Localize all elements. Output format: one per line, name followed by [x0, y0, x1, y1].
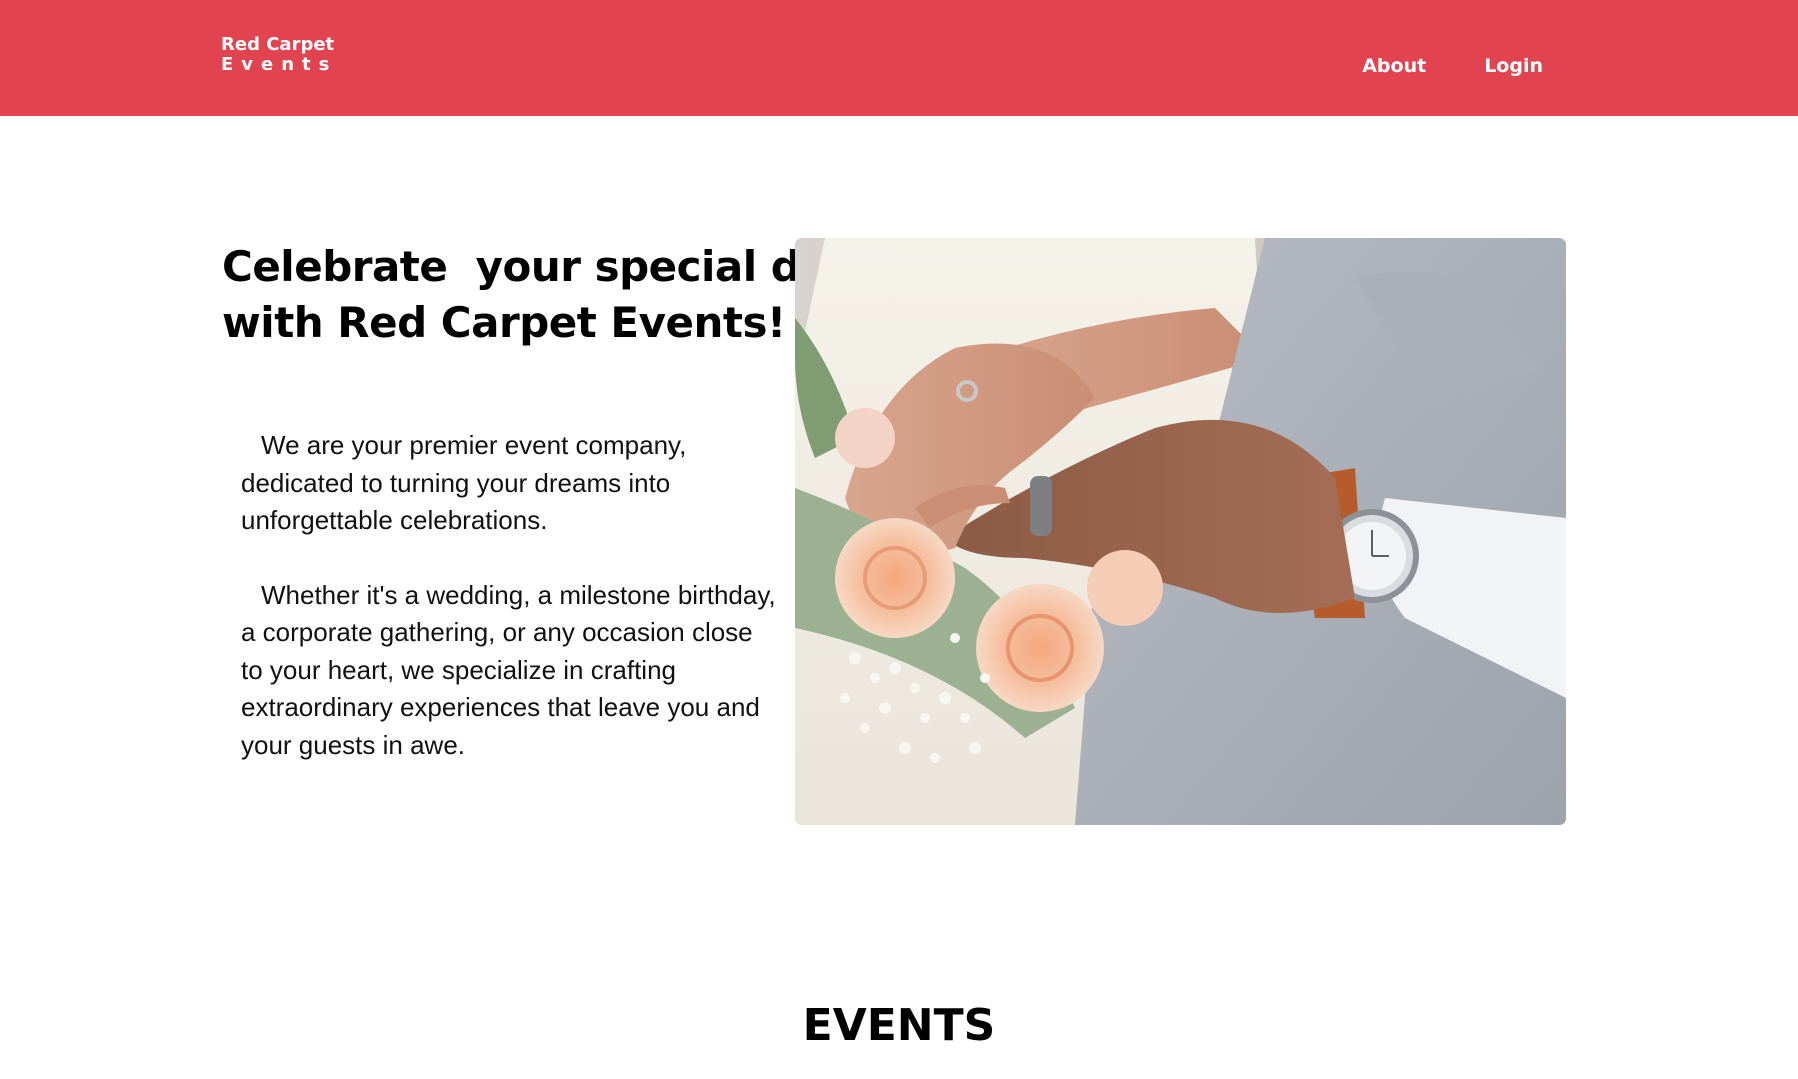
hero-description: We are your premier event company, dedic…	[241, 427, 781, 764]
nav-link-login[interactable]: Login	[1484, 52, 1543, 80]
wedding-hands-photo	[795, 238, 1566, 825]
hero-image	[795, 238, 1566, 825]
nav-link-about[interactable]: About	[1362, 52, 1426, 80]
brand-logo[interactable]: Red Carpet Events	[221, 36, 337, 74]
brand-name-line1: Red Carpet	[221, 34, 335, 55]
hero-title-line1: Celebrate your special day	[222, 242, 854, 291]
brand-name-line2: Events	[221, 54, 338, 75]
top-navigation-bar: Red Carpet Events About Login	[0, 0, 1798, 116]
hero-title-line2: with Red Carpet Events!	[222, 298, 786, 347]
main-nav: About Login	[1362, 52, 1543, 80]
hero-paragraph-services: Whether it's a wedding, a milestone birt…	[241, 579, 776, 760]
hero-title: Celebrate your special day with Red Carp…	[222, 239, 854, 351]
events-section-heading: EVENTS	[802, 1000, 996, 1051]
hero-paragraph-intro: We are your premier event company, dedic…	[241, 430, 687, 535]
